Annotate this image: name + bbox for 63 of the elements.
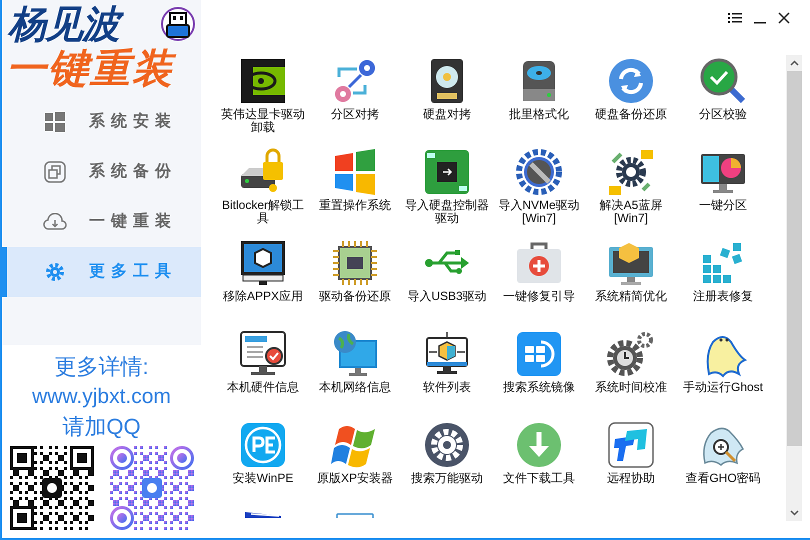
tool-item[interactable]: 导入USB3驱动 [401,237,493,328]
tool-item[interactable]: 硬盘备份还原 [585,55,677,146]
scroll-up-icon[interactable] [790,60,798,66]
pe-badge-icon [239,421,287,469]
tool-item[interactable]: 一键修复引导 [493,237,585,328]
tool-item[interactable]: 软件列表 [401,328,493,419]
tool-item[interactable]: 原版XP安装器 [309,419,401,510]
tool-item[interactable]: 批里格式化 [493,55,585,146]
sidebar-tab[interactable]: 系统备份 [2,147,201,197]
tool-item[interactable]: 系统精简优化 [585,237,677,328]
monitor-check-icon [239,330,287,378]
tool-item[interactable]: 移除APPX应用 [217,237,309,328]
tool-item[interactable]: 手动运行Ghost [677,328,769,419]
tool-item[interactable]: 注册表修复 [677,237,769,328]
tool-item[interactable]: 英伟达显卡驱动卸载 [217,55,309,146]
windows-logo-icon [45,112,65,132]
tool-item[interactable]: 导入NVMe驱动[Win7] [493,146,585,237]
cloud-download-icon [43,213,67,231]
tool-item[interactable]: 解决A5蓝屏[Win7] [585,146,677,237]
tool-item[interactable]: 驱动备份还原 [309,237,401,328]
tool-item[interactable]: 远程协助 [585,419,677,510]
tool-item[interactable]: 导入硬盘控制器驱动 [401,146,493,237]
tool-item[interactable]: 重置操作系统 [309,146,401,237]
gear-clock-icon [607,330,655,378]
sync-icon [607,57,655,105]
download-icon [515,421,563,469]
eye-logo-icon [239,57,287,105]
copy-squares-icon [44,161,66,183]
tool-item[interactable]: 文件下载工具 [493,419,585,510]
circuit-board-icon [423,148,471,196]
website-link[interactable]: www.yjbxt.com [32,382,171,412]
gear-wrench-icon [44,261,66,283]
tool-item[interactable]: 本机硬件信息 [217,328,309,419]
tool-item[interactable]: 搜索万能驱动 [401,419,493,510]
tool-item[interactable]: 一键分区 [677,146,769,237]
menu-icon[interactable] [728,12,742,24]
disc-grid-icon [515,330,563,378]
qq-prompt: 请加QQ [62,413,141,441]
remote-logo-icon [607,421,655,469]
tool-item[interactable]: 本机网络信息 [309,328,401,419]
scrollbar-thumb[interactable] [786,71,802,446]
tool-item[interactable]: 安装WinPE [217,419,309,510]
close-icon[interactable] [778,12,790,24]
tool-item[interactable]: 硬盘对拷 [401,55,493,146]
tool-item[interactable]: Bitlocker解锁工具 [217,146,309,237]
sidebar-tab[interactable]: 一键重装 [2,197,201,247]
tool-item[interactable]: 查看GHO密码 [677,419,769,510]
tool-item[interactable]: 分区对拷 [309,55,401,146]
wrench-gear-icon [515,148,563,196]
gear-icon [423,421,471,469]
usb-mascot-icon [161,7,195,41]
tool-item[interactable]: 搜索系统镜像 [493,328,585,419]
scrollbar[interactable] [786,55,802,521]
scroll-down-icon[interactable] [790,510,798,516]
magnifier-check-icon [699,57,747,105]
monitor-cube-icon [239,239,287,287]
contact-heading: 更多详情: [54,353,149,381]
tool-item[interactable]: 系统时间校准 [585,328,677,419]
globe-monitor-icon [331,330,379,378]
gear-arrows-icon [607,148,655,196]
chip-icon [331,239,379,287]
tool-item[interactable]: 分区校验 [677,55,769,146]
sidebar-tab[interactable]: 系统安装 [2,97,201,147]
